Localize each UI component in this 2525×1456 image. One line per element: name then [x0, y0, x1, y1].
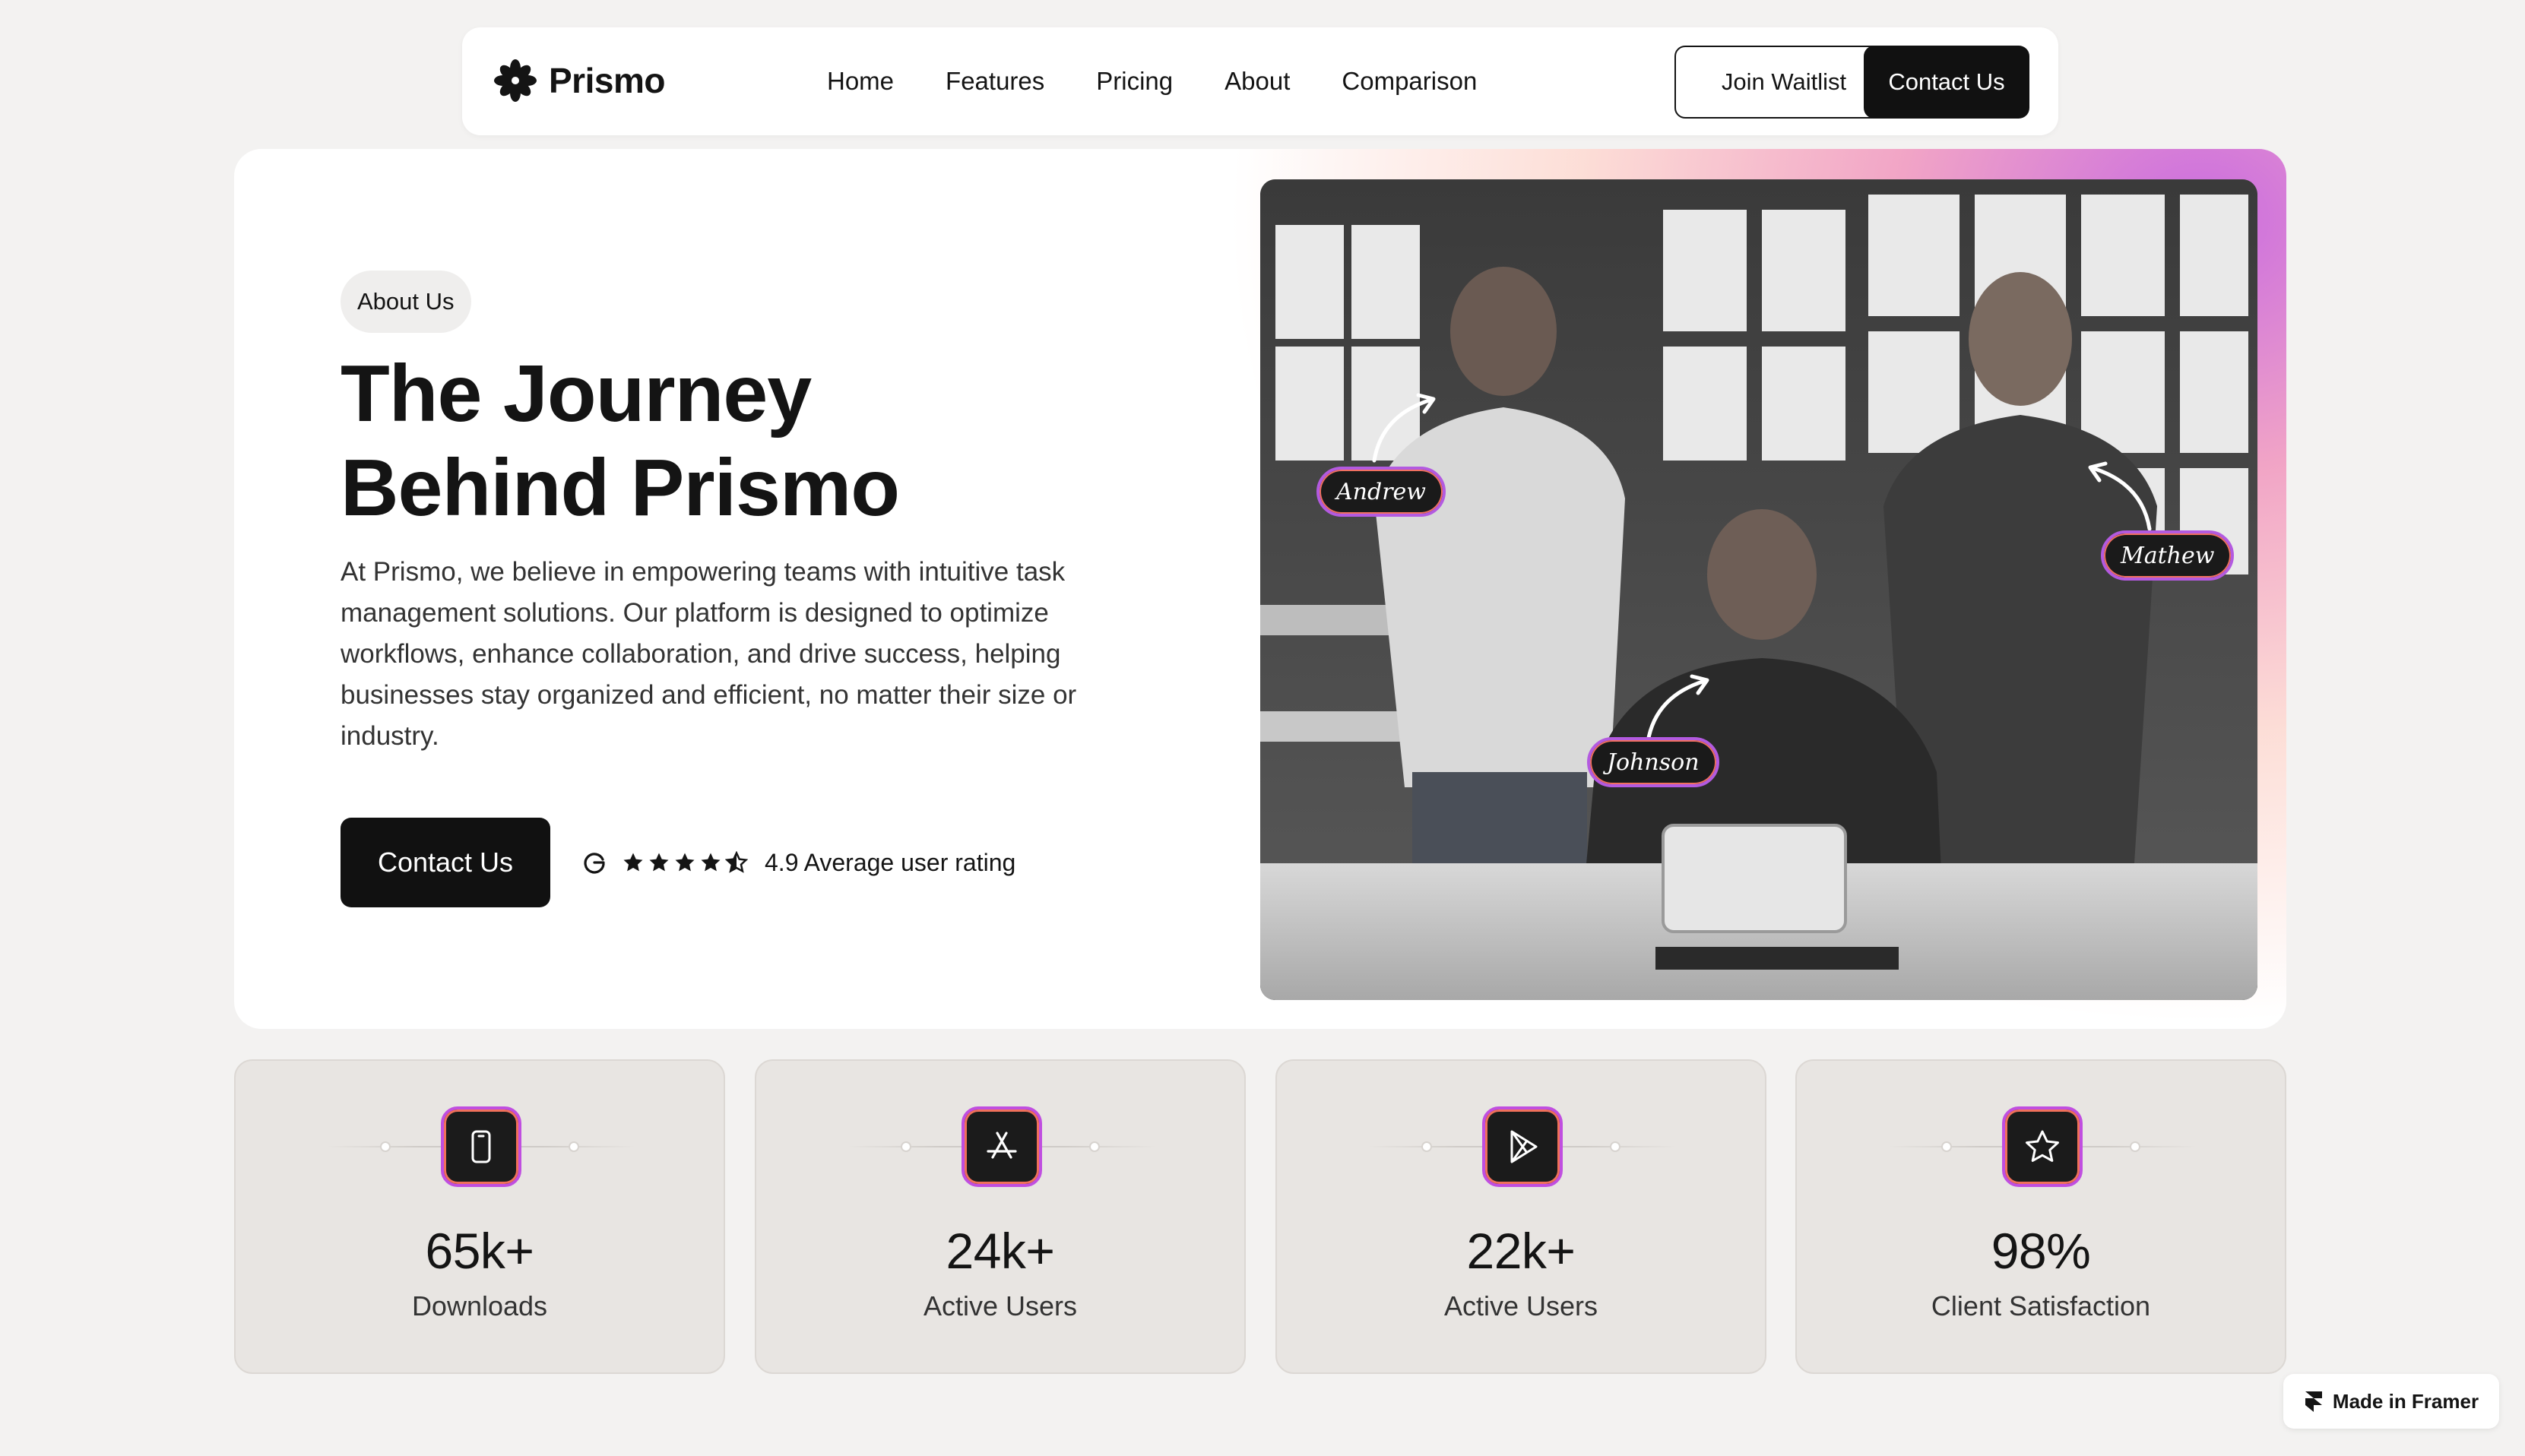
stat-card-satisfaction: 98% Client Satisfaction	[1795, 1059, 2286, 1374]
nav-link-pricing[interactable]: Pricing	[1096, 67, 1173, 96]
app-store-icon	[962, 1106, 1042, 1187]
framer-badge-label: Made in Framer	[2332, 1389, 2479, 1413]
team-photo-image	[1260, 179, 2257, 1000]
stat-dot	[901, 1141, 911, 1152]
brand-logo[interactable]: Prismo	[493, 58, 665, 103]
stat-value: 24k+	[946, 1223, 1055, 1279]
stat-card-active-users-ios: 24k+ Active Users	[755, 1059, 1246, 1374]
stat-dot	[1421, 1141, 1432, 1152]
stat-dot	[1089, 1141, 1100, 1152]
user-rating: 4.9 Average user rating	[582, 842, 1015, 883]
rating-text: 4.9 Average user rating	[765, 848, 1016, 876]
nav-link-about[interactable]: About	[1224, 67, 1290, 96]
hero-description: At Prismo, we believe in empowering team…	[341, 557, 1077, 751]
title-line-1: The Journey	[341, 349, 812, 438]
hero-section: About Us The Journey Behind Prismo At Pr…	[234, 149, 2286, 1029]
nav-contact-button[interactable]: Contact Us	[1864, 46, 2029, 119]
name-tag-andrew: Andrew	[1316, 467, 1446, 517]
nav-link-comparison[interactable]: Comparison	[1342, 67, 1477, 96]
half-star-icon	[725, 851, 748, 873]
stat-value: 65k+	[425, 1223, 534, 1279]
stat-dot	[569, 1141, 579, 1152]
star-icon	[675, 853, 695, 872]
stat-value: 22k+	[1466, 1223, 1576, 1279]
phone-icon	[441, 1106, 521, 1187]
stat-label: Active Users	[923, 1290, 1078, 1321]
star-icon	[701, 853, 721, 872]
stat-dot	[1941, 1141, 1952, 1152]
name-tag-mathew: Mathew	[2101, 530, 2235, 581]
top-navbar: Prismo Home Features Pricing About Compa…	[462, 27, 2058, 135]
brand-name: Prismo	[549, 61, 665, 100]
prismo-logo-icon	[494, 59, 537, 102]
google-icon	[584, 853, 605, 874]
arrow-andrew-icon	[1372, 393, 1436, 463]
star-icon	[2002, 1106, 2083, 1187]
about-us-pill: About Us	[341, 271, 471, 333]
nav-link-home[interactable]: Home	[827, 67, 894, 96]
nav-link-features[interactable]: Features	[946, 67, 1044, 96]
star-icon	[649, 853, 669, 872]
title-line-2: Behind Prismo	[341, 443, 900, 533]
play-store-icon	[1482, 1106, 1563, 1187]
stat-label: Client Satisfaction	[1931, 1290, 2151, 1321]
stat-card-downloads: 65k+ Downloads	[234, 1059, 725, 1374]
stat-dot	[1610, 1141, 1620, 1152]
stat-label: Downloads	[411, 1290, 548, 1321]
rating-stars	[622, 851, 748, 874]
made-in-framer-badge[interactable]: Made in Framer	[2283, 1374, 2499, 1429]
stat-card-active-users-android: 22k+ Active Users	[1275, 1059, 1766, 1374]
stat-label: Active Users	[1443, 1290, 1598, 1321]
join-waitlist-button[interactable]: Join Waitlist	[1674, 46, 1893, 119]
hero-contact-button[interactable]: Contact Us	[341, 818, 550, 907]
arrow-mathew-icon	[2088, 461, 2152, 531]
team-photo: Andrew Johnson Mathew	[1260, 179, 2257, 1000]
star-icon	[623, 853, 643, 872]
stat-dot	[2130, 1141, 2140, 1152]
stat-dot	[380, 1141, 391, 1152]
nav-links: Home Features Pricing About Comparison	[827, 27, 1477, 135]
page-title: The Journey Behind Prismo	[341, 347, 1177, 535]
framer-icon	[2305, 1391, 2322, 1412]
stat-value: 98%	[1991, 1223, 2091, 1279]
name-tag-johnson: Johnson	[1587, 737, 1719, 787]
